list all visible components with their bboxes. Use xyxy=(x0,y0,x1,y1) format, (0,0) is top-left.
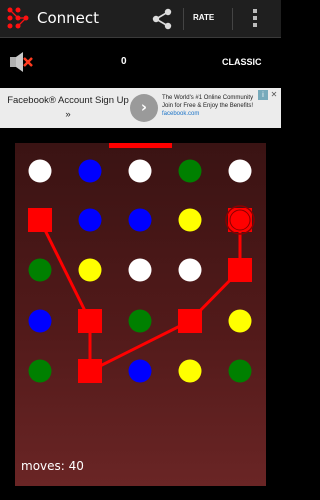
green-dot[interactable] xyxy=(28,258,52,282)
green-dot[interactable] xyxy=(28,359,52,383)
moves-counter: moves: 40 xyxy=(21,459,84,473)
yellow-dot[interactable] xyxy=(178,208,202,232)
selected-dot[interactable] xyxy=(178,309,202,333)
selected-dot[interactable] xyxy=(228,208,252,232)
yellow-dot[interactable] xyxy=(178,359,202,383)
blue-dot[interactable] xyxy=(28,309,52,333)
white-dot[interactable] xyxy=(128,159,152,183)
white-dot[interactable] xyxy=(28,159,52,183)
selected-dot[interactable] xyxy=(78,359,102,383)
white-dot[interactable] xyxy=(178,258,202,282)
selected-dot[interactable] xyxy=(28,208,52,232)
blue-dot[interactable] xyxy=(128,208,152,232)
yellow-dot[interactable] xyxy=(78,258,102,282)
green-dot[interactable] xyxy=(178,159,202,183)
blue-dot[interactable] xyxy=(78,159,102,183)
blue-dot[interactable] xyxy=(78,208,102,232)
yellow-dot[interactable] xyxy=(228,309,252,333)
white-dot[interactable] xyxy=(128,258,152,282)
green-dot[interactable] xyxy=(128,309,152,333)
selected-dot[interactable] xyxy=(228,258,252,282)
white-dot[interactable] xyxy=(228,159,252,183)
blue-dot[interactable] xyxy=(128,359,152,383)
green-dot[interactable] xyxy=(228,359,252,383)
selected-dot[interactable] xyxy=(78,309,102,333)
board-grid[interactable] xyxy=(0,0,281,500)
